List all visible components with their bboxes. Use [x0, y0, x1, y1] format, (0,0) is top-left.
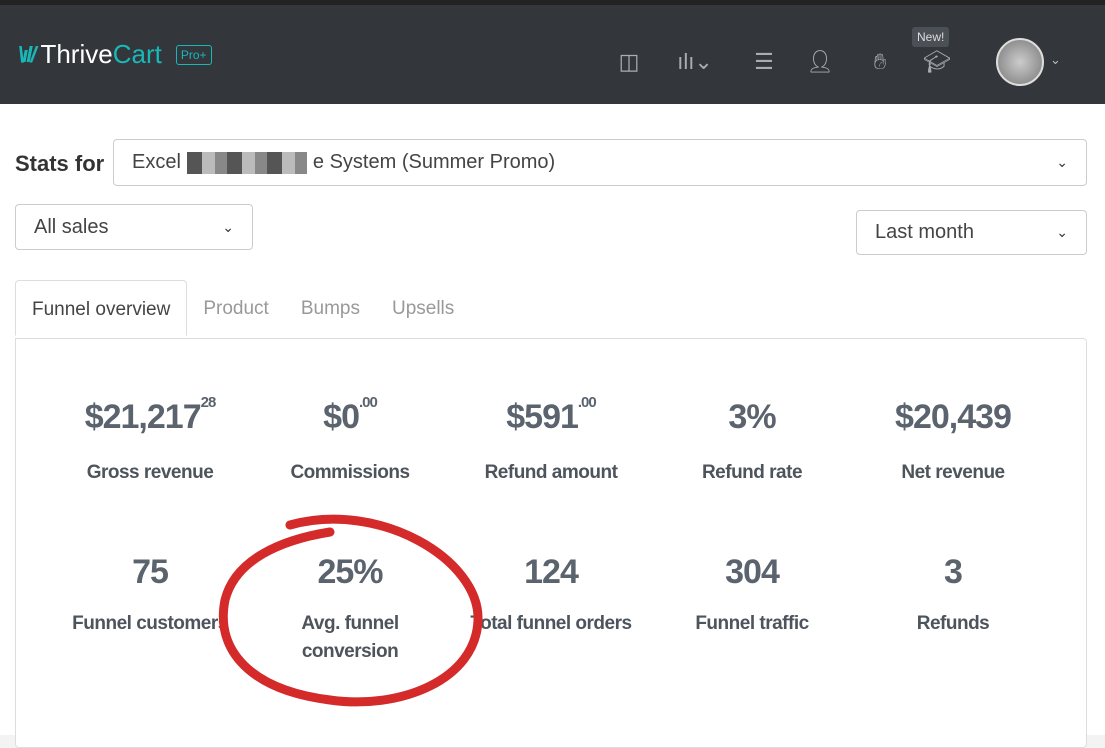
date-range-value: Last month [875, 221, 974, 243]
stat-net-revenue: $20,439 Net revenue [853, 398, 1053, 487]
stat-label: Funnel customers [72, 613, 228, 634]
stat-total-funnel-orders: 124 Total funnel orders [451, 553, 651, 638]
tab-upsells[interactable]: Upsells [376, 280, 470, 336]
tab-bumps[interactable]: Bumps [285, 280, 376, 336]
stat-refund-amount: $591.00 Refund amount [451, 394, 651, 487]
stat-funnel-traffic: 304 Funnel traffic [652, 553, 852, 638]
stat-value: 124 [524, 553, 579, 591]
handshake-icon[interactable]: ✋︎ [866, 49, 894, 75]
stat-value: $21,21728 [84, 394, 217, 436]
stat-avg-funnel-conversion: 25% Avg. funnel conversion [250, 553, 450, 666]
stat-value: $0.00 [323, 394, 378, 436]
stat-label: Refund rate [701, 462, 803, 483]
redacted-text [186, 151, 307, 174]
stat-label: Refund amount [484, 462, 618, 483]
chevron-down-icon: ⌄ [1056, 154, 1068, 170]
top-nav: \ıl/ Thrive Cart Pro+ ◫ ılı⌄ ☰ 👤︎ ✋︎ New!… [0, 5, 1105, 104]
stat-value: 25% [317, 553, 383, 591]
stat-funnel-customers: 75 Funnel customers [50, 553, 250, 638]
product-name-prefix: Excel [132, 151, 181, 173]
graduation-cap-icon[interactable]: 🎓︎ [923, 49, 951, 75]
stat-refund-rate: 3% Refund rate [652, 398, 852, 487]
stat-value: $591.00 [506, 394, 596, 436]
tab-product[interactable]: Product [187, 280, 284, 336]
chevron-down-icon[interactable]: ⌄ [1050, 52, 1061, 68]
stat-value: $20,439 [895, 398, 1012, 436]
dashboard-columns-icon[interactable]: ◫ [615, 49, 643, 75]
stat-commissions: $0.00 Commissions [250, 394, 450, 487]
stat-label: Commissions [290, 462, 410, 483]
avatar[interactable] [996, 38, 1044, 86]
new-badge: New! [912, 27, 950, 47]
sales-type-select[interactable]: All sales ⌄ [15, 204, 253, 250]
product-name-suffix: e System (Summer Promo) [312, 151, 556, 173]
product-select[interactable]: Excel e System (Summer Promo) ⌄ [113, 139, 1087, 186]
logo-mark-icon: \ıl/ [18, 41, 37, 67]
stat-value: 3 [944, 553, 963, 591]
stats-tabs: Funnel overview Product Bumps Upsells [15, 280, 470, 336]
stat-value: 3% [728, 398, 776, 436]
stat-gross-revenue: $21,21728 Gross revenue [50, 394, 250, 487]
thrivecart-logo[interactable]: \ıl/ Thrive Cart Pro+ [18, 39, 212, 70]
logo-text-accent: Cart [112, 39, 162, 69]
stat-label: Net revenue [901, 462, 1005, 483]
stat-label: Avg. funnel conversion [301, 613, 399, 662]
pro-badge: Pro+ [175, 44, 212, 65]
stats-chart-dropdown-icon[interactable]: ılı⌄ [675, 49, 715, 75]
stat-label: Total funnel orders [470, 613, 632, 634]
chevron-down-icon: ⌄ [1056, 224, 1068, 240]
user-icon[interactable]: 👤︎ [806, 49, 834, 75]
stat-label: Refunds [916, 613, 990, 634]
sales-type-value: All sales [34, 215, 109, 238]
stat-refunds: 3 Refunds [853, 553, 1053, 638]
stat-value: 304 [725, 553, 780, 591]
stat-value: 75 [132, 553, 169, 591]
stat-label: Gross revenue [86, 462, 214, 483]
stat-label: Funnel traffic [695, 613, 809, 634]
tab-funnel-overview[interactable]: Funnel overview [15, 280, 188, 336]
logo-text: Thrive [40, 39, 113, 69]
chevron-down-icon: ⌄ [222, 218, 234, 235]
stats-for-label: Stats for [15, 151, 105, 176]
list-table-icon[interactable]: ☰ [750, 49, 778, 75]
date-range-select[interactable]: Last month ⌄ [856, 210, 1087, 255]
